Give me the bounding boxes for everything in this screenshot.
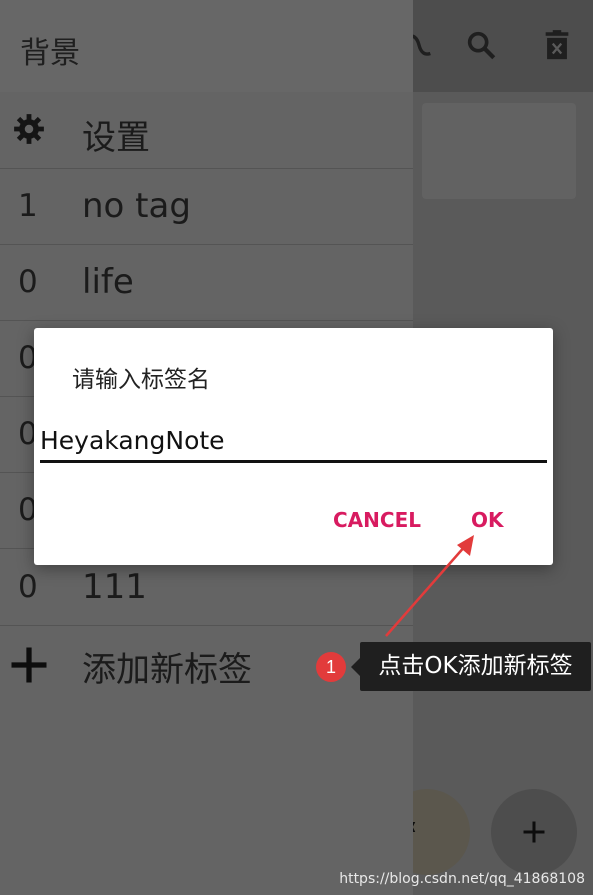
- annotation-callout: 点击OK添加新标签: [351, 642, 591, 691]
- annotation-arrow: [385, 535, 474, 637]
- step-badge: 1: [316, 652, 346, 682]
- watermark: https://blog.csdn.net/qq_41868108: [339, 871, 585, 887]
